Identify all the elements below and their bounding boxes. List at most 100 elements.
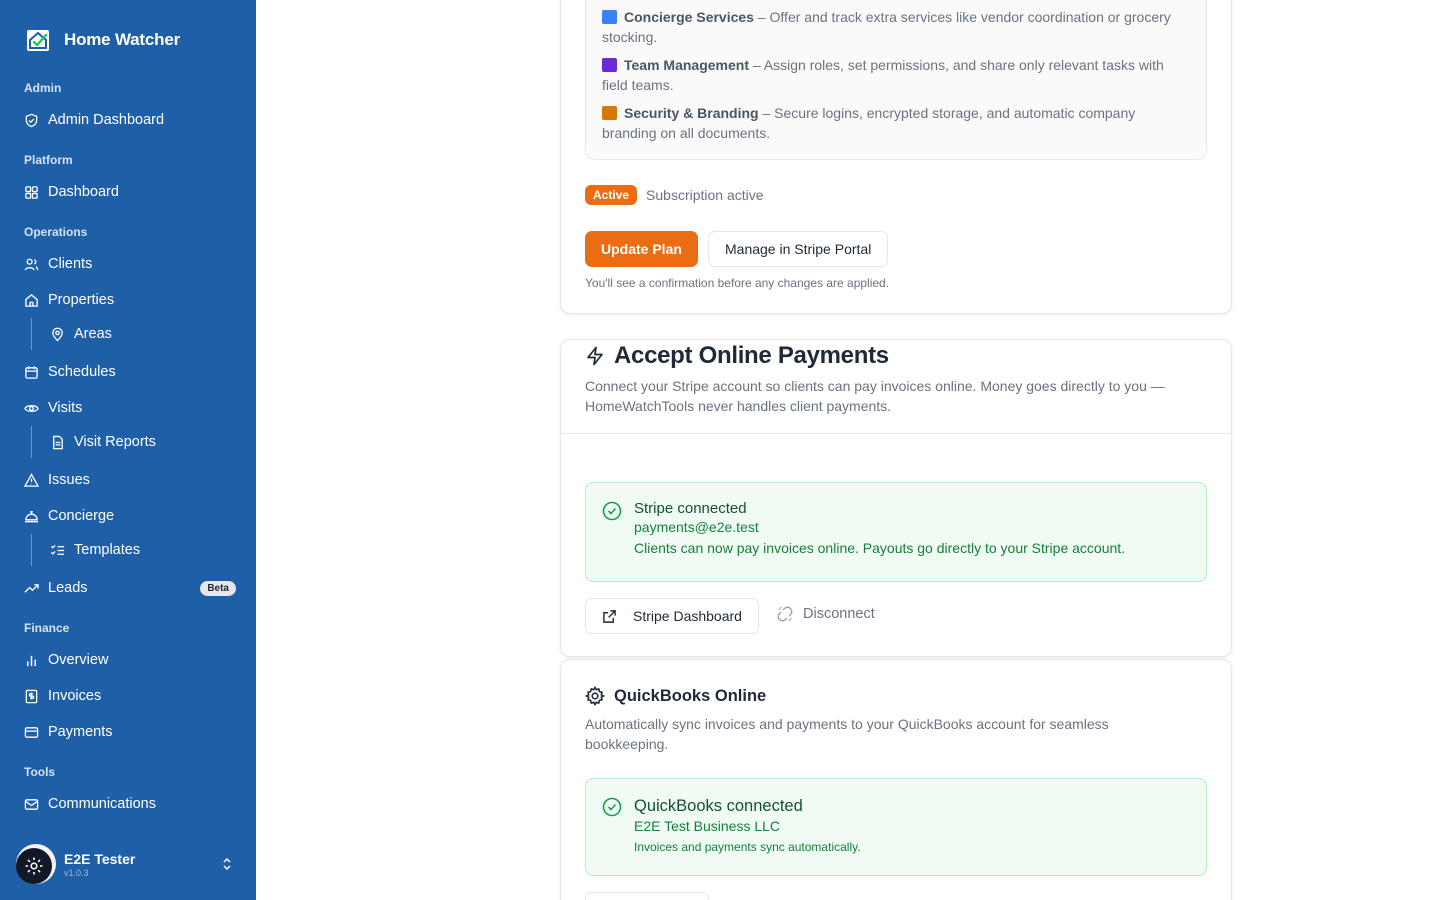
sidebar-item-label: Concierge: [48, 508, 115, 524]
divider: [561, 433, 1231, 434]
sidebar-item-leads[interactable]: Leads Beta: [24, 574, 236, 602]
stripe-email: payments@e2e.test: [634, 519, 759, 535]
sidebar-item-areas[interactable]: Areas: [50, 320, 236, 348]
settings-button[interactable]: [16, 848, 52, 884]
people-icon: [602, 58, 617, 72]
status-badge: Active: [585, 185, 638, 205]
section-tools: Tools: [24, 765, 56, 779]
credit-card-icon: [24, 726, 39, 738]
receipt-icon: [25, 689, 38, 703]
sidebar-item-label: Visits: [48, 400, 83, 416]
sidebar-item-templates[interactable]: Templates: [50, 536, 236, 564]
home-logo-icon: [27, 30, 49, 51]
quickbooks-action-button[interactable]: [585, 892, 709, 900]
section-platform: Platform: [24, 153, 73, 167]
manage-stripe-portal-button[interactable]: Manage in Stripe Portal: [708, 231, 889, 267]
alert-detail: Clients can now pay invoices online. Pay…: [634, 540, 1126, 556]
quickbooks-connected-alert: QuickBooks connected E2E Test Business L…: [585, 778, 1207, 876]
disconnect-button[interactable]: Disconnect: [777, 606, 875, 622]
sidebar: Home Watcher Admin Admin Dashboard Platf…: [0, 0, 256, 900]
section-operations: Operations: [24, 225, 88, 239]
sidebar-item-schedules[interactable]: Schedules: [24, 358, 236, 386]
subscription-card: Concierge Services – Offer and track ext…: [560, 0, 1232, 314]
shield-check-icon: [25, 113, 38, 127]
card-description: Connect your Stripe account so clients c…: [585, 378, 1165, 414]
submenu-line: [31, 318, 32, 350]
app-version: v1.0.3: [64, 867, 89, 878]
chevron-up-down-icon[interactable]: [220, 857, 234, 871]
sidebar-item-label: Areas: [74, 326, 112, 342]
card-header: Accept Online Payments: [585, 342, 889, 370]
stripe-connected-alert: Stripe connected payments@e2e.test Clien…: [585, 482, 1207, 582]
submenu-line: [31, 426, 32, 458]
sidebar-item-label: Schedules: [48, 364, 116, 380]
feature-item: Concierge Services – Offer and track ext…: [602, 9, 1171, 45]
sidebar-item-label: Invoices: [48, 688, 102, 704]
check-circle-icon: [602, 501, 622, 521]
brand-name: Home Watcher: [64, 30, 180, 49]
lightning-icon: [587, 346, 603, 366]
luggage-icon: [602, 10, 617, 24]
main-content: Concierge Services – Offer and track ext…: [256, 0, 1440, 900]
list-checks-icon: [50, 544, 65, 555]
lock-icon: [602, 106, 617, 120]
concierge-bell-icon: [24, 510, 39, 522]
check-circle-icon: [602, 797, 622, 817]
stripe-dashboard-button[interactable]: Stripe Dashboard: [585, 598, 759, 634]
section-finance: Finance: [24, 621, 70, 635]
avatar: [16, 844, 56, 884]
quickbooks-card: QuickBooks Online Automatically sync inv…: [560, 659, 1232, 900]
sidebar-item-dashboard[interactable]: Dashboard: [24, 178, 236, 206]
sidebar-item-label: Admin Dashboard: [48, 112, 165, 128]
card-header: QuickBooks Online: [585, 686, 766, 706]
file-text-icon: [53, 435, 63, 449]
card-title: Accept Online Payments: [614, 342, 889, 369]
sidebar-item-issues[interactable]: Issues: [24, 466, 236, 494]
sidebar-item-invoices[interactable]: Invoices: [24, 682, 236, 710]
map-pin-icon: [52, 327, 63, 342]
feature-list: Concierge Services – Offer and track ext…: [585, 0, 1207, 160]
alert-title: Stripe connected: [634, 500, 747, 517]
business-name: E2E Test Business LLC: [634, 818, 781, 834]
alert-title: QuickBooks connected: [634, 797, 803, 815]
sidebar-item-admin-dashboard[interactable]: Admin Dashboard: [24, 106, 236, 134]
grid-icon: [25, 185, 38, 199]
sidebar-item-label: Visit Reports: [74, 434, 156, 450]
sidebar-item-label: Issues: [48, 472, 90, 488]
calendar-icon: [25, 365, 38, 379]
sidebar-item-label: Properties: [48, 292, 115, 308]
user-menu[interactable]: E2E Tester v1.0.3: [16, 842, 240, 886]
update-plan-button[interactable]: Update Plan: [585, 231, 698, 267]
sidebar-item-label: Communications: [48, 796, 156, 812]
alert-detail: Invoices and payments sync automatically…: [634, 840, 861, 854]
submenu-line: [31, 534, 32, 566]
sidebar-item-label: Dashboard: [48, 184, 119, 200]
section-admin: Admin: [24, 81, 62, 95]
gear-icon: [585, 686, 605, 706]
confirmation-note: You'll see a confirmation before any cha…: [585, 276, 890, 290]
brand[interactable]: Home Watcher: [26, 27, 180, 53]
mail-icon: [24, 798, 39, 810]
eye-icon: [24, 404, 39, 412]
button-label: Stripe Dashboard: [633, 608, 742, 624]
feature-item: Security & Branding – Secure logins, enc…: [602, 105, 1136, 141]
sidebar-item-visits[interactable]: Visits: [24, 394, 236, 422]
alert-triangle-icon: [24, 472, 39, 487]
gear-icon: [25, 857, 43, 875]
sidebar-item-label: Clients: [48, 256, 93, 272]
sidebar-item-label: Templates: [74, 542, 141, 558]
card-title: QuickBooks Online: [614, 686, 767, 705]
subscription-status: Active Subscription active: [585, 185, 764, 205]
online-payments-card: Accept Online Payments Connect your Stri…: [560, 339, 1232, 657]
sidebar-item-communications[interactable]: Communications: [24, 790, 236, 818]
unlink-icon: [777, 606, 793, 622]
sidebar-item-properties[interactable]: Properties: [24, 286, 236, 314]
users-icon: [24, 258, 39, 270]
sidebar-item-clients[interactable]: Clients: [24, 250, 236, 278]
sidebar-item-overview[interactable]: Overview: [24, 646, 236, 674]
sidebar-item-payments[interactable]: Payments: [24, 718, 236, 746]
sidebar-item-label: Payments: [48, 724, 113, 740]
sidebar-item-visit-reports[interactable]: Visit Reports: [50, 428, 236, 456]
sidebar-item-concierge[interactable]: Concierge: [24, 502, 236, 530]
bar-chart-icon: [27, 655, 36, 666]
